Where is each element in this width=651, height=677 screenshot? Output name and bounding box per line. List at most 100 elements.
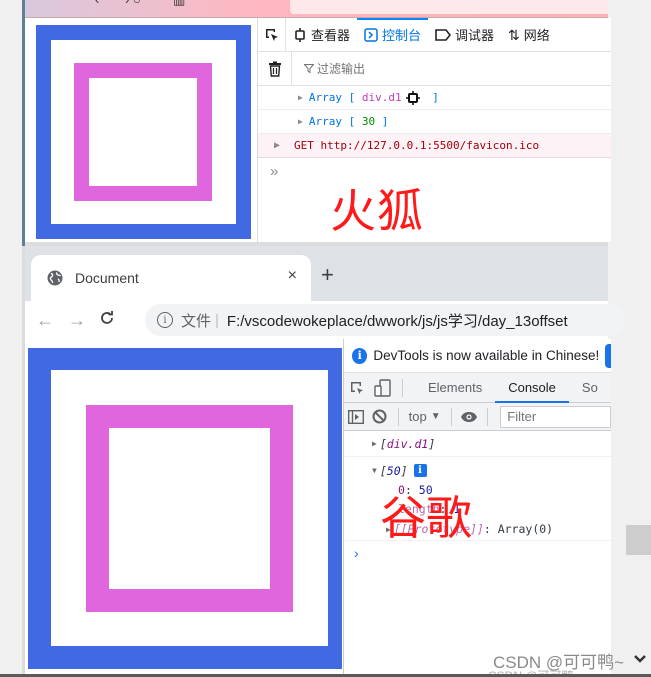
tab-elements[interactable]: Elements: [415, 373, 495, 403]
context-label: top: [408, 409, 427, 424]
tab-network-label: 网络: [523, 28, 550, 43]
close-tab-icon[interactable]: ×: [288, 267, 297, 285]
back-button[interactable]: ←: [33, 310, 57, 331]
console-log-row[interactable]: ▶ Array [ div .d1 ]: [258, 86, 611, 110]
firefox-console-filterbar: 过滤输出: [258, 51, 611, 86]
site-info-icon[interactable]: i: [157, 312, 173, 328]
device-toolbar-button[interactable]: [370, 378, 396, 397]
bracket-close: ]: [432, 91, 439, 104]
tab-inspector[interactable]: 查看器: [286, 18, 357, 52]
scheme-label: 文件: [181, 312, 212, 330]
firefox-page-content: [25, 18, 257, 242]
element-picker-icon: [265, 28, 278, 41]
chrome-devtools-tabs: Elements Console So: [344, 373, 611, 403]
chrome-toolbar: ← → i 文件 | F:/vscodewokeplace/dwwork/js/…: [25, 301, 625, 339]
dropdown-arrow-icon: ▼: [430, 411, 441, 422]
new-tab-button[interactable]: +: [321, 262, 334, 288]
console-error-row[interactable]: ▶ GET http://127.0.0.1:5500/favicon.ico: [258, 134, 611, 158]
collapse-triangle-icon[interactable]: ▼: [372, 466, 377, 475]
sidebar-toggle-icon: [347, 409, 364, 424]
tab-console[interactable]: Console: [495, 373, 569, 403]
prompt-icon: »: [270, 162, 279, 180]
scrollbar-thumb[interactable]: [626, 525, 651, 555]
tab-debugger-label: 调试器: [455, 28, 495, 43]
firefox-annotation: 火狐: [330, 184, 424, 238]
node-reference[interactable]: div.d1: [387, 437, 429, 451]
node-class[interactable]: .d1: [382, 91, 402, 104]
chevron-down-icon[interactable]: [633, 652, 647, 666]
bracket-open: [: [379, 436, 387, 451]
bracket-close: ]: [381, 115, 389, 128]
clear-console-button[interactable]: [368, 409, 392, 424]
eye-icon: [461, 411, 478, 422]
console-log-row[interactable]: ▶ [div.d1]: [344, 431, 611, 457]
inspect-element-icon: [351, 381, 363, 394]
info-badge-icon[interactable]: i: [413, 464, 427, 477]
filter-output-input[interactable]: 过滤输出: [292, 60, 365, 77]
reload-icon[interactable]: ○: [133, 0, 141, 7]
element-picker-button[interactable]: [258, 17, 286, 52]
expand-triangle-icon[interactable]: ▶: [298, 93, 303, 102]
toolbar-divider: [397, 407, 399, 426]
address-bar[interactable]: i 文件 | F:/vscodewokeplace/dwwork/js/js学习…: [145, 304, 625, 336]
toolbar-divider: [450, 407, 452, 426]
toolbar-divider: [487, 407, 489, 426]
console-log-row[interactable]: ▶ Array [ 30 ]: [258, 110, 611, 134]
screenshot-root: ‹ › ○ ▥ 查看器 控制台: [0, 0, 651, 677]
banner-text: DevTools is now available in Chinese!: [373, 348, 600, 363]
tab-debugger[interactable]: 调试器: [428, 18, 501, 52]
chrome-tabstrip: Document × +: [25, 246, 608, 301]
tab-sources[interactable]: So: [569, 373, 611, 403]
chrome-annotation: 谷歌: [380, 491, 472, 545]
inspect-node-icon[interactable]: [405, 90, 420, 105]
live-expression-button[interactable]: [458, 411, 482, 423]
forward-button[interactable]: →: [65, 310, 89, 331]
filter-icon: [304, 63, 314, 73]
forward-icon[interactable]: ›: [125, 0, 129, 7]
debugger-icon: [435, 28, 452, 41]
error-message: GET http://127.0.0.1:5500/favicon.ico: [294, 139, 540, 152]
info-icon: i: [352, 347, 368, 364]
expand-triangle-icon[interactable]: ▶: [274, 140, 280, 151]
chrome-window: Document × + ← → i 文件 | F:/vscodewokepla…: [22, 246, 625, 677]
bracket-close: ]: [400, 463, 408, 478]
toolbar-divider: [402, 378, 403, 397]
device-toggle-icon: [374, 378, 391, 397]
switch-language-button[interactable]: [605, 343, 611, 368]
console-log-row-expanded[interactable]: ▼ [50] i: [344, 461, 611, 480]
expand-triangle-icon[interactable]: ▶: [298, 117, 303, 126]
tab-network[interactable]: ⇅ 网络: [501, 18, 557, 52]
chrome-console-toolbar: top ▼ Filter: [344, 403, 611, 431]
reload-icon: [101, 310, 113, 324]
filter-placeholder: Filter: [507, 409, 537, 424]
back-icon[interactable]: ‹: [95, 0, 99, 7]
node-tag[interactable]: div: [362, 91, 382, 104]
clear-console-button[interactable]: [258, 51, 292, 86]
chrome-tab[interactable]: Document ×: [31, 255, 311, 301]
sidebar-toggle-button[interactable]: [344, 409, 368, 424]
inspector-icon: [295, 27, 305, 42]
bracket-open: [: [379, 463, 387, 478]
prompt-icon: ›: [354, 544, 359, 561]
expand-triangle-icon[interactable]: ▶: [372, 439, 377, 448]
library-icon[interactable]: ▥: [173, 0, 185, 8]
tab-inspector-label: 查看器: [311, 28, 351, 43]
console-icon: [364, 27, 378, 42]
reload-button[interactable]: [95, 310, 119, 331]
context-selector[interactable]: top ▼: [405, 409, 445, 424]
firefox-url-bar[interactable]: [290, 0, 608, 14]
inspect-element-button[interactable]: [344, 380, 370, 396]
console-filter-input[interactable]: Filter: [500, 405, 611, 428]
firefox-titlebar: ‹ › ○ ▥: [25, 0, 608, 18]
firefox-devtools-tabs: 查看器 控制台 调试器 ⇅ 网络: [258, 17, 611, 52]
chrome-content: i DevTools is now available in Chinese! …: [25, 339, 611, 677]
network-icon: ⇅: [508, 26, 520, 43]
log-type: Array: [308, 91, 342, 104]
array-value: 50: [386, 463, 401, 478]
entry-value: Array(0): [497, 522, 554, 536]
tab-console[interactable]: 控制台: [357, 17, 429, 52]
block-icon: [372, 409, 387, 424]
bracket-open: [: [348, 115, 356, 128]
console-input[interactable]: »: [258, 158, 611, 184]
inner-box-inner-area: [89, 78, 197, 186]
